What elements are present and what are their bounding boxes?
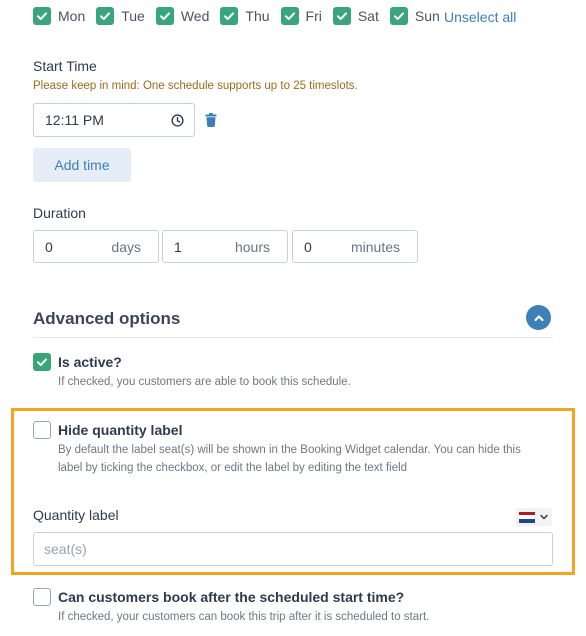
thu-label: Thu <box>245 8 270 24</box>
checkmark-icon <box>224 12 235 20</box>
hide-quantity-checkbox[interactable] <box>33 421 51 439</box>
wed-checkbox[interactable] <box>155 7 174 25</box>
thu-checkbox[interactable] <box>220 7 239 25</box>
collapse-advanced-button[interactable] <box>526 305 551 330</box>
is-active-description: If checked, you customers are able to bo… <box>58 376 351 388</box>
checkmark-icon <box>159 12 170 20</box>
day-wed[interactable]: Wed <box>155 7 210 25</box>
hours-unit: hours <box>234 238 270 255</box>
wed-label: Wed <box>180 8 210 24</box>
book-after-start-description: If checked, your customers can book this… <box>58 611 430 623</box>
sun-checkbox[interactable] <box>389 7 408 25</box>
checkmark-icon <box>284 12 295 20</box>
start-time-label: Start Time <box>33 58 97 74</box>
is-active-checkbox[interactable] <box>33 353 51 371</box>
checkmark-icon <box>37 358 47 366</box>
sat-checkbox[interactable] <box>332 7 351 25</box>
unselect-all-link[interactable]: Unselect all <box>444 9 516 25</box>
day-sat[interactable]: Sat <box>332 7 379 25</box>
hide-quantity-description-2: label by ticking the checkbox, or edit t… <box>58 462 408 474</box>
clock-icon[interactable] <box>171 114 184 127</box>
weekday-selector: Mon Tue Wed Thu Fri Sat Sun <box>33 5 451 27</box>
timeslot-hint: Please keep in mind: One schedule suppor… <box>33 80 358 92</box>
hours-value: 1 <box>174 238 182 255</box>
quantity-label-input[interactable]: seat(s) <box>33 532 553 566</box>
is-active-label: Is active? <box>58 354 122 370</box>
chevron-down-icon <box>540 514 548 520</box>
day-mon[interactable]: Mon <box>33 7 85 25</box>
mon-label: Mon <box>58 8 86 24</box>
mon-checkbox[interactable] <box>33 7 51 25</box>
language-selector[interactable] <box>516 508 552 526</box>
start-time-value: 12:11 PM <box>45 112 104 128</box>
checkmark-icon <box>336 12 347 20</box>
days-value: 0 <box>45 238 53 255</box>
fri-label: Fri <box>305 8 322 24</box>
sun-label: Sun <box>414 8 440 24</box>
day-fri[interactable]: Fri <box>280 7 322 25</box>
checkmark-icon <box>37 12 47 20</box>
checkmark-icon <box>393 12 404 20</box>
advanced-options-title: Advanced options <box>33 309 181 328</box>
chevron-up-icon <box>533 314 544 321</box>
quantity-label-title: Quantity label <box>33 507 119 523</box>
duration-minutes-input[interactable]: 0 minutes <box>292 230 418 263</box>
minutes-value: 0 <box>304 238 312 255</box>
dutch-flag-icon <box>519 511 535 523</box>
duration-label: Duration <box>33 205 86 221</box>
hide-quantity-label: Hide quantity label <box>58 422 183 438</box>
hide-quantity-description-1: By default the label seat(s) will be sho… <box>58 444 521 456</box>
checkmark-icon <box>100 12 111 20</box>
section-divider <box>33 337 553 338</box>
add-time-button[interactable]: Add time <box>33 148 131 182</box>
minutes-unit: minutes <box>350 238 400 255</box>
book-after-start-checkbox[interactable] <box>33 588 51 606</box>
day-sun[interactable]: Sun <box>389 7 440 25</box>
tue-label: Tue <box>121 8 145 24</box>
sat-label: Sat <box>357 8 379 24</box>
day-thu[interactable]: Thu <box>220 7 270 25</box>
fri-checkbox[interactable] <box>280 7 299 25</box>
tue-checkbox[interactable] <box>96 7 115 25</box>
start-time-input[interactable]: 12:11 PM <box>33 103 195 137</box>
trash-icon[interactable] <box>205 113 217 127</box>
days-unit: days <box>111 238 141 255</box>
day-tue[interactable]: Tue <box>96 7 145 25</box>
duration-days-input[interactable]: 0 days <box>33 230 159 263</box>
book-after-start-label: Can customers book after the scheduled s… <box>58 589 405 605</box>
duration-hours-input[interactable]: 1 hours <box>162 230 288 263</box>
quantity-label-placeholder: seat(s) <box>44 541 87 557</box>
